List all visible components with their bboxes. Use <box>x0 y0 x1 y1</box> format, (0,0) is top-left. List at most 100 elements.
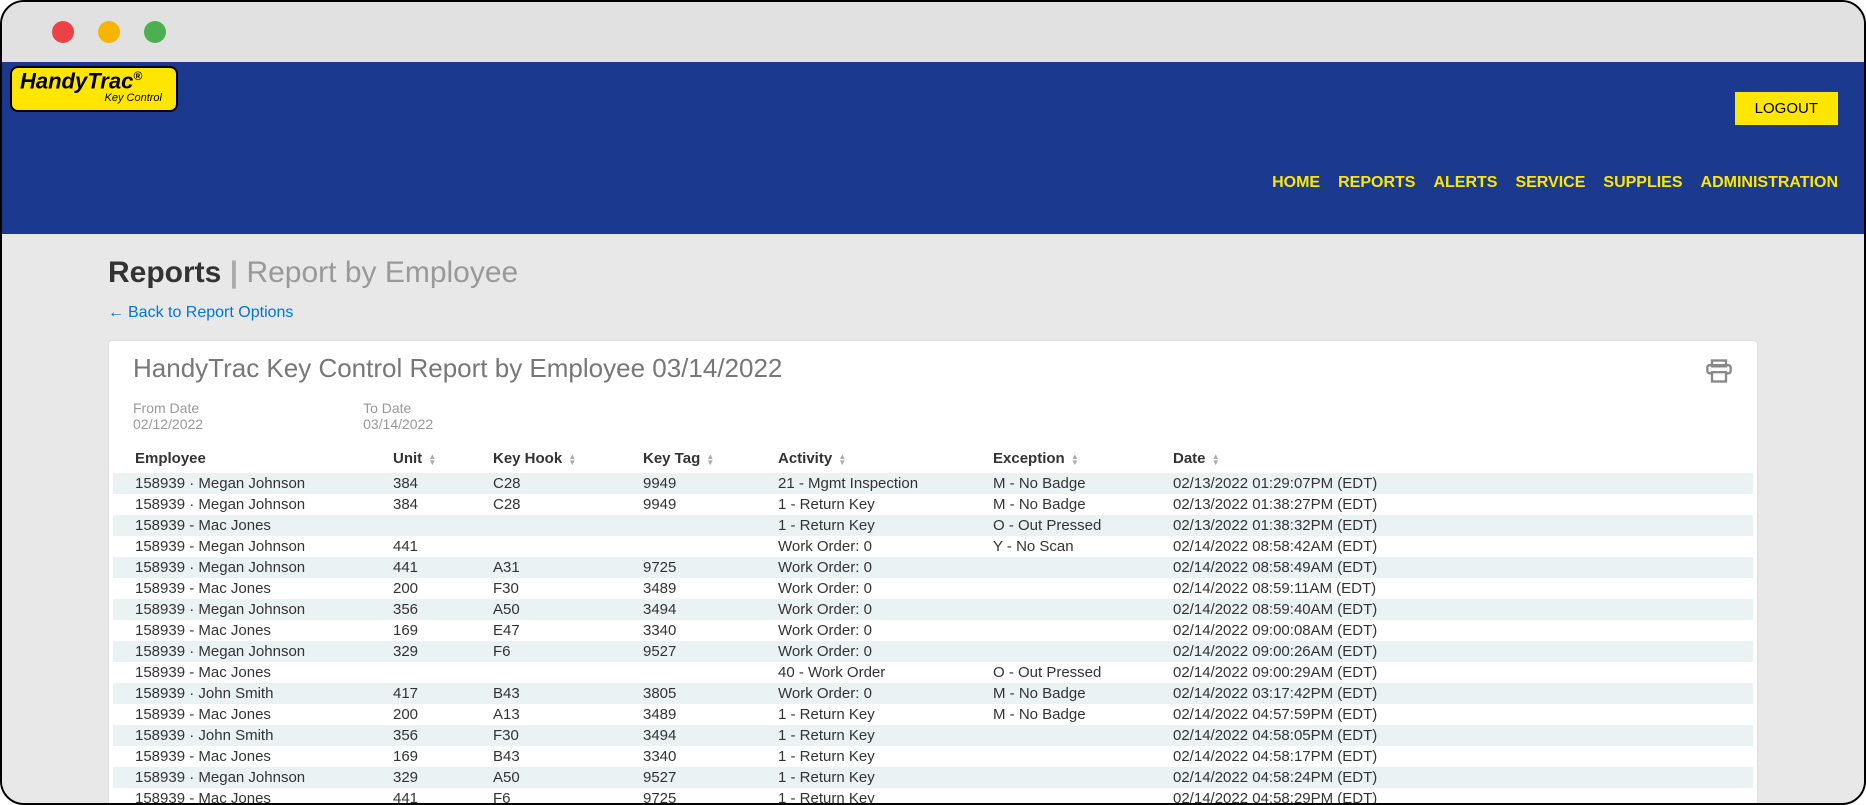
nav-supplies[interactable]: SUPPLIES <box>1603 174 1682 192</box>
minimize-window-icon[interactable] <box>98 21 120 43</box>
cell: 3489 <box>633 578 768 599</box>
cell: 02/14/2022 04:58:24PM (EDT) <box>1163 767 1753 788</box>
cell: 02/14/2022 03:17:42PM (EDT) <box>1163 683 1753 704</box>
cell <box>983 746 1163 767</box>
cell: 384 <box>383 494 483 515</box>
nav-administration[interactable]: ADMINISTRATION <box>1701 174 1838 192</box>
cell: E47 <box>483 620 633 641</box>
cell: O - Out Pressed <box>983 662 1163 683</box>
to-date-block: To Date 03/14/2022 <box>363 400 433 432</box>
sort-icon: ▲▼ <box>568 454 576 466</box>
cell: 40 - Work Order <box>768 662 983 683</box>
cell: 158939 · Megan Johnson <box>113 767 383 788</box>
print-icon[interactable] <box>1705 357 1733 390</box>
cell: Work Order: 0 <box>768 599 983 620</box>
cell: 02/14/2022 08:59:40AM (EDT) <box>1163 599 1753 620</box>
cell: A50 <box>483 599 633 620</box>
cell: 158939 · John Smith <box>113 725 383 746</box>
page-title: Reports | Report by Employee <box>108 256 1758 290</box>
cell: A31 <box>483 557 633 578</box>
cell: 9725 <box>633 788 768 803</box>
cell: F30 <box>483 725 633 746</box>
sort-icon: ▲▼ <box>1212 454 1220 466</box>
table-row: 158939 - Mac Jones200A1334891 - Return K… <box>113 704 1753 725</box>
cell: Work Order: 0 <box>768 557 983 578</box>
table-row: 158939 - Megan Johnson441Work Order: 0Y … <box>113 536 1753 557</box>
col-date[interactable]: Date ▲▼ <box>1163 444 1753 473</box>
cell <box>983 557 1163 578</box>
cell: 1 - Return Key <box>768 746 983 767</box>
cell: Work Order: 0 <box>768 641 983 662</box>
cell: 384 <box>383 473 483 494</box>
sort-icon: ▲▼ <box>838 454 846 466</box>
cell: B43 <box>483 746 633 767</box>
cell: Y - No Scan <box>983 536 1163 557</box>
nav-reports[interactable]: REPORTS <box>1338 174 1415 192</box>
cell: 158939 - Mac Jones <box>113 578 383 599</box>
cell: 02/13/2022 01:38:32PM (EDT) <box>1163 515 1753 536</box>
logout-button[interactable]: LOGOUT <box>1735 92 1838 125</box>
cell: 169 <box>383 746 483 767</box>
from-date-label: From Date <box>133 400 203 416</box>
cell <box>983 788 1163 803</box>
cell: 158939 - Mac Jones <box>113 704 383 725</box>
cell: 158939 · Megan Johnson <box>113 557 383 578</box>
nav-alerts[interactable]: ALERTS <box>1433 174 1497 192</box>
cell: 02/13/2022 01:29:07PM (EDT) <box>1163 473 1753 494</box>
cell: 158939 - Mac Jones <box>113 662 383 683</box>
cell: M - No Badge <box>983 683 1163 704</box>
col-keytag[interactable]: Key Tag ▲▼ <box>633 444 768 473</box>
maximize-window-icon[interactable] <box>144 21 166 43</box>
browser-window: HandyTrac® Key Control LOGOUT HOME REPOR… <box>0 0 1866 805</box>
arrow-left-icon: ← <box>108 304 124 322</box>
table-header-row: Employee Unit ▲▼ Key Hook ▲▼ Key Tag ▲▼ … <box>113 444 1753 473</box>
cell: C28 <box>483 494 633 515</box>
col-activity[interactable]: Activity ▲▼ <box>768 444 983 473</box>
cell: 3340 <box>633 620 768 641</box>
cell: F6 <box>483 788 633 803</box>
cell: 200 <box>383 578 483 599</box>
cell: 158939 · Megan Johnson <box>113 599 383 620</box>
col-unit[interactable]: Unit ▲▼ <box>383 444 483 473</box>
from-date-block: From Date 02/12/2022 <box>133 400 203 432</box>
cell: 158939 · John Smith <box>113 683 383 704</box>
cell: 02/14/2022 04:58:17PM (EDT) <box>1163 746 1753 767</box>
logo-sub-text: Key Control <box>20 92 162 104</box>
cell: 158939 - Mac Jones <box>113 788 383 803</box>
cell: 02/14/2022 04:57:59PM (EDT) <box>1163 704 1753 725</box>
cell: A13 <box>483 704 633 725</box>
cell <box>983 641 1163 662</box>
close-window-icon[interactable] <box>52 21 74 43</box>
cell: A50 <box>483 767 633 788</box>
nav-home[interactable]: HOME <box>1272 174 1320 192</box>
cell: C28 <box>483 473 633 494</box>
col-keyhook[interactable]: Key Hook ▲▼ <box>483 444 633 473</box>
cell: Work Order: 0 <box>768 620 983 641</box>
cell: 02/14/2022 09:00:26AM (EDT) <box>1163 641 1753 662</box>
cell <box>983 578 1163 599</box>
back-link-label: Back to Report Options <box>128 304 293 322</box>
content-area: Reports | Report by Employee ← Back to R… <box>2 234 1864 803</box>
cell: M - No Badge <box>983 473 1163 494</box>
cell: Work Order: 0 <box>768 683 983 704</box>
cell <box>633 515 768 536</box>
app-header: HandyTrac® Key Control LOGOUT HOME REPOR… <box>2 62 1864 234</box>
cell: 158939 - Mac Jones <box>113 515 383 536</box>
cell: 417 <box>383 683 483 704</box>
cell: 158939 - Megan Johnson <box>113 536 383 557</box>
back-link[interactable]: ← Back to Report Options <box>108 304 293 322</box>
cell: 02/13/2022 01:38:27PM (EDT) <box>1163 494 1753 515</box>
cell: 441 <box>383 788 483 803</box>
col-employee[interactable]: Employee <box>113 444 383 473</box>
table-row: 158939 - Mac Jones169E473340Work Order: … <box>113 620 1753 641</box>
col-exception[interactable]: Exception ▲▼ <box>983 444 1163 473</box>
cell: 1 - Return Key <box>768 725 983 746</box>
table-row: 158939 · Megan Johnson384C2899491 - Retu… <box>113 494 1753 515</box>
nav-service[interactable]: SERVICE <box>1515 174 1585 192</box>
cell: 02/14/2022 09:00:29AM (EDT) <box>1163 662 1753 683</box>
logo: HandyTrac® Key Control <box>10 66 178 112</box>
table-row: 158939 · Megan Johnson441A319725Work Ord… <box>113 557 1753 578</box>
cell <box>383 662 483 683</box>
cell: 21 - Mgmt Inspection <box>768 473 983 494</box>
logo-main-text: HandyTrac® <box>20 70 168 92</box>
